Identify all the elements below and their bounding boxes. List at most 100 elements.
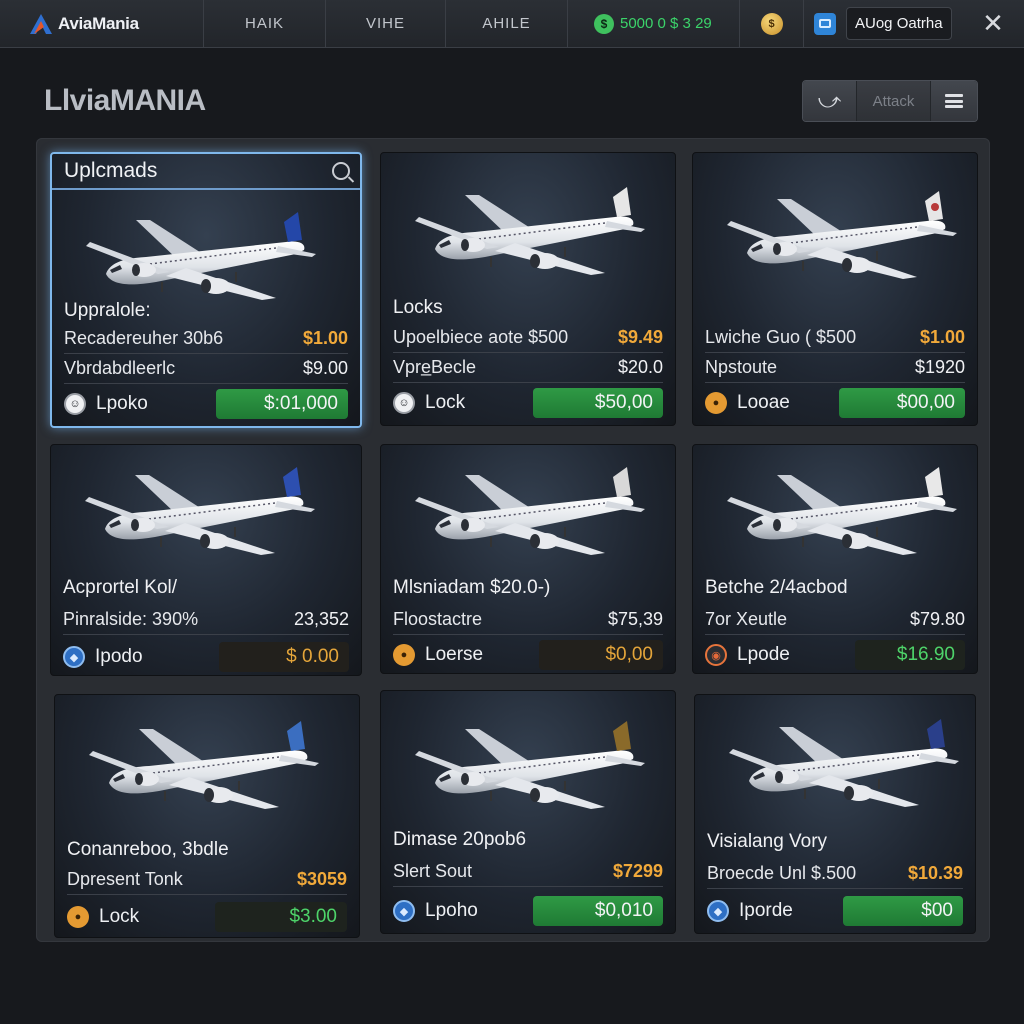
card-heading: Acprortel Kol/ bbox=[63, 577, 178, 598]
tail-fin bbox=[613, 187, 631, 217]
coin-button[interactable]: $ bbox=[740, 0, 804, 48]
coin-badge-icon: ● bbox=[67, 906, 89, 928]
stat-row: Vbrdabdleerlc $9.00 bbox=[64, 354, 348, 384]
stat-row: 7or Xeutle $79.80 bbox=[705, 605, 965, 635]
airplane-image bbox=[414, 721, 646, 810]
hamburger-icon bbox=[945, 94, 963, 108]
buy-button[interactable]: $:01,000 bbox=[216, 389, 348, 419]
aircraft-grid: Uplcmads Uppralole: Recadereuher 30b6 $1… bbox=[36, 138, 990, 942]
logo-mark-icon bbox=[28, 12, 54, 36]
stat-row: Npstoute $1920 bbox=[705, 353, 965, 383]
stat-label: Vpre̲Becle bbox=[393, 357, 477, 377]
card-action: ● Lock $3.00 bbox=[67, 901, 347, 933]
nav-tab-2[interactable]: VIHE bbox=[326, 0, 446, 48]
card-heading: Conanreboo, 3bdle bbox=[67, 839, 229, 860]
stat-label: Floostactre bbox=[393, 609, 483, 629]
aircraft-card-7[interactable]: Conanreboo, 3bdle Dpresent Tonk $3059 ● … bbox=[54, 694, 360, 938]
logo-text: AviaMania bbox=[58, 13, 139, 33]
action-label: Lock bbox=[425, 392, 466, 413]
card-heading: Dimase 20pob6 bbox=[393, 829, 527, 850]
account-area: AUog Oatrha bbox=[804, 0, 952, 48]
card-title-bar: Uplcmads bbox=[52, 154, 360, 190]
aircraft-card-3[interactable]: Lwiche Guo ( $500 $1.00 Npstoute $1920 ●… bbox=[692, 152, 978, 426]
card-action: ● Looae $00,00 bbox=[705, 387, 965, 419]
card-heading: Uppralole: bbox=[64, 300, 151, 321]
action-label: Iporde bbox=[739, 900, 793, 921]
buy-button[interactable]: $16.90 bbox=[855, 640, 965, 670]
aircraft-card-8[interactable]: Dimase 20pob6 Slert Sout $7299 ◆ Lpoho $… bbox=[380, 690, 676, 934]
aircraft-card-2[interactable]: Locks Upoelbiece aote $500 $9.49 Vpre̲Be… bbox=[380, 152, 676, 426]
aircraft-card-6[interactable]: Betche 2/4acbod 7or Xeutle $79.80 ◉ Lpod… bbox=[692, 444, 978, 674]
buy-button[interactable]: $00 bbox=[843, 896, 963, 926]
lock-badge-icon: ☺ bbox=[393, 392, 415, 414]
back-button[interactable]: ⤻ bbox=[803, 81, 857, 121]
card-action: ◆ Ipodo $ 0.00 bbox=[63, 641, 349, 673]
airplane-image bbox=[726, 467, 958, 556]
buy-button[interactable]: $3.00 bbox=[215, 902, 347, 932]
tail-fin bbox=[925, 467, 943, 497]
coin-icon: $ bbox=[760, 12, 783, 35]
action-label: Ipodo bbox=[95, 646, 143, 667]
card-action: ◆ Iporde $00 bbox=[707, 895, 963, 927]
aircraft-card-4[interactable]: Acprortel Kol/ Pinralside: 390% 23,352 ◆… bbox=[50, 444, 362, 676]
stat-label: Broecde Unl $.500 bbox=[707, 863, 857, 883]
aircraft-card-5[interactable]: Mlsniadam $20.0-) Floostactre $75,39 ● L… bbox=[380, 444, 676, 674]
airplane-image bbox=[414, 187, 646, 276]
action-label: Lock bbox=[99, 906, 140, 927]
aircraft-card-1[interactable]: Uplcmads Uppralole: Recadereuher 30b6 $1… bbox=[50, 152, 362, 428]
buy-button[interactable]: $50,00 bbox=[533, 388, 663, 418]
nav-tab-1[interactable]: HAIK bbox=[204, 0, 326, 48]
menu-button[interactable] bbox=[931, 81, 977, 121]
stat-label: Pinralside: 390% bbox=[63, 609, 199, 629]
card-action: ☺ Lpoko $:01,000 bbox=[64, 388, 348, 420]
stat-value: $1.00 bbox=[919, 327, 965, 347]
action-label: Lpoho bbox=[425, 900, 478, 921]
nav-tab-3[interactable]: AHILE bbox=[446, 0, 568, 48]
lock-badge-icon: ☺ bbox=[64, 393, 86, 415]
account-icon[interactable] bbox=[814, 12, 836, 35]
stat-row: Slert Sout $7299 bbox=[393, 857, 663, 887]
lock-badge-icon: ● bbox=[705, 392, 727, 414]
top-bar: AviaMania HAIK VIHE AHILE $ 5000 0 $ 3 2… bbox=[0, 0, 1024, 48]
stat-row: Upoelbiece aote $500 $9.49 bbox=[393, 323, 663, 353]
stat-value: $1920 bbox=[914, 357, 965, 377]
stat-value: $3059 bbox=[296, 869, 347, 889]
airplane-image bbox=[88, 721, 320, 810]
attack-button[interactable]: Attack bbox=[857, 81, 931, 121]
airplane-image bbox=[726, 191, 958, 280]
card-heading: Locks bbox=[393, 297, 443, 318]
stat-label: Lwiche Guo ( $500 bbox=[705, 327, 857, 347]
buy-button[interactable]: $0,010 bbox=[533, 896, 663, 926]
stat-row: Broecde Unl $.500 $10.39 bbox=[707, 859, 963, 889]
stat-label: Slert Sout bbox=[393, 861, 473, 881]
stat-row: Lwiche Guo ( $500 $1.00 bbox=[705, 323, 965, 353]
search-icon[interactable] bbox=[332, 162, 350, 180]
airplane-image bbox=[84, 467, 316, 556]
currency-display: $ 5000 0 $ 3 29 bbox=[568, 0, 740, 48]
account-name[interactable]: AUog Oatrha bbox=[846, 7, 952, 40]
tail-fin bbox=[613, 721, 631, 751]
card-heading: Betche 2/4acbod bbox=[705, 577, 848, 598]
stat-label: Npstoute bbox=[705, 357, 778, 377]
airplane-image bbox=[728, 719, 960, 808]
action-label: Lpode bbox=[737, 644, 790, 665]
buy-button[interactable]: $ 0.00 bbox=[219, 642, 349, 672]
action-label: Lpoko bbox=[96, 393, 148, 414]
tail-fin bbox=[284, 212, 302, 242]
stat-row: Dpresent Tonk $3059 bbox=[67, 865, 347, 895]
card-action: ☺ Lock $50,00 bbox=[393, 387, 663, 419]
aircraft-card-9[interactable]: Visialang Vory Broecde Unl $.500 $10.39 … bbox=[694, 694, 976, 934]
toolbar: ⤻ Attack bbox=[802, 80, 978, 122]
card-title: Uplcmads bbox=[64, 159, 158, 182]
stat-label: 7or Xeutle bbox=[705, 609, 788, 629]
page-title: LlviaMANIA bbox=[44, 84, 206, 117]
shield-badge-icon: ◆ bbox=[63, 646, 85, 668]
buy-button[interactable]: $0,00 bbox=[539, 640, 663, 670]
close-icon[interactable]: ✕ bbox=[980, 10, 1006, 36]
buy-button[interactable]: $00,00 bbox=[839, 388, 965, 418]
card-heading: Visialang Vory bbox=[707, 831, 828, 852]
stat-row: Recadereuher 30b6 $1.00 bbox=[64, 324, 348, 354]
currency-amount: 5000 0 $ 3 29 bbox=[620, 15, 712, 32]
app-logo[interactable]: AviaMania bbox=[0, 0, 204, 48]
target-badge-icon: ◉ bbox=[705, 644, 727, 666]
